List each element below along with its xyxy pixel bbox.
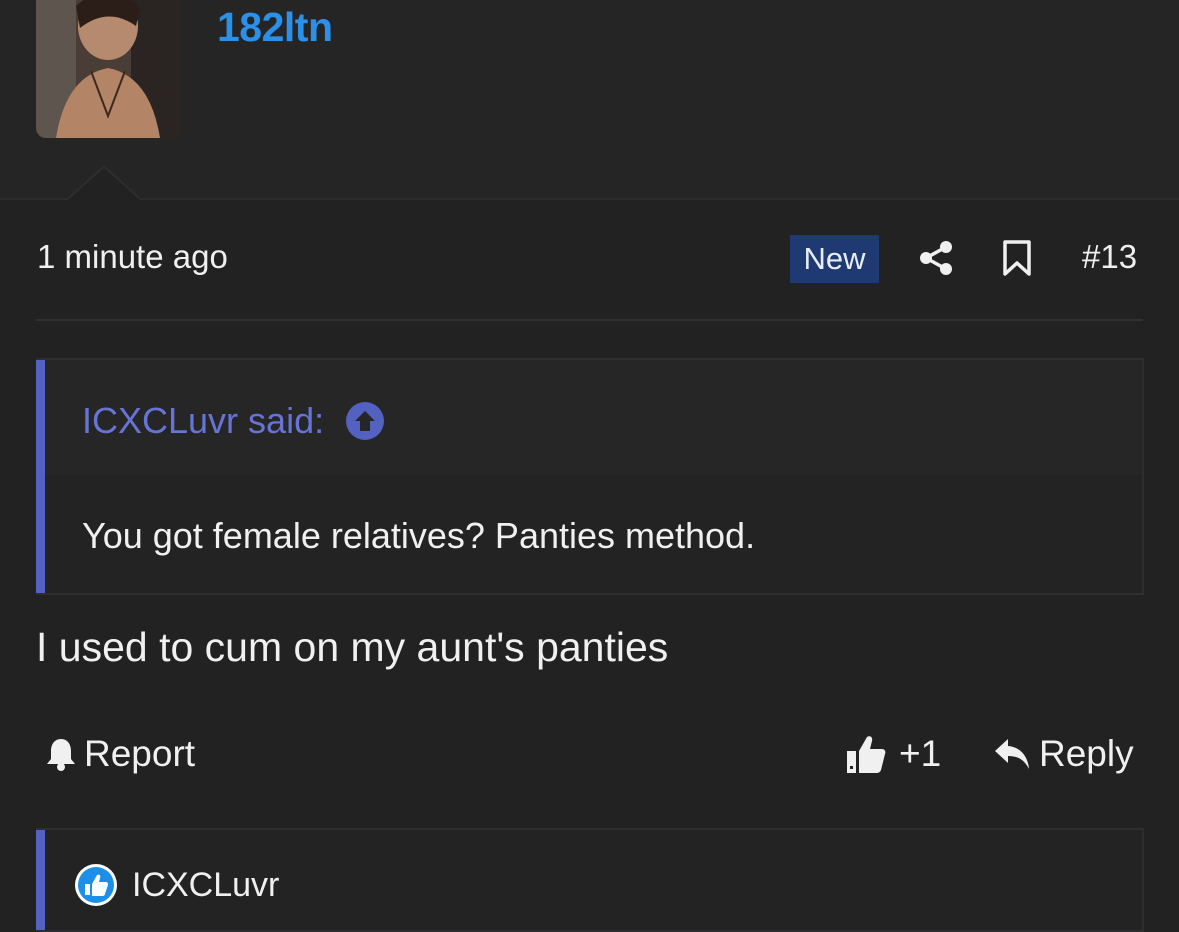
reaction-list[interactable]: ICXCLuvr: [74, 863, 279, 907]
post-timestamp[interactable]: 1 minute ago: [37, 238, 228, 276]
post-number-link[interactable]: #13: [1082, 238, 1137, 276]
bell-icon: [47, 739, 75, 771]
reply-label: Reply: [1039, 733, 1134, 774]
post-author-header: 182ltn: [0, 0, 1179, 200]
quote-block: ICXCLuvr said: You got female relatives?…: [36, 358, 1144, 595]
post-message: I used to cum on my aunt's panties: [36, 624, 669, 670]
quote-attribution[interactable]: ICXCLuvr said:: [82, 400, 385, 442]
header-pointer-fill: [68, 168, 140, 200]
avatar-photo: [36, 0, 180, 138]
reactions-bar: ICXCLuvr: [36, 828, 1144, 932]
reactions-accent-bar: [36, 830, 45, 930]
quote-text: You got female relatives? Panties method…: [82, 515, 756, 556]
author-avatar[interactable]: [36, 0, 180, 138]
like-button[interactable]: +1: [845, 733, 941, 775]
report-button[interactable]: Report: [44, 733, 195, 775]
like-reaction-icon: [75, 864, 117, 906]
reaction-users[interactable]: ICXCLuvr: [132, 866, 279, 905]
author-username[interactable]: 182ltn: [217, 4, 333, 51]
quote-accent-bar: [36, 360, 45, 593]
thumbs-up-icon: [847, 736, 886, 773]
new-badge: New: [790, 235, 879, 283]
reply-icon: [995, 739, 1029, 769]
meta-divider: [36, 319, 1143, 321]
bookmark-icon[interactable]: [1001, 239, 1033, 277]
quote-attribution-label: ICXCLuvr said:: [82, 400, 325, 441]
arrow-up-circle-icon[interactable]: [346, 402, 385, 440]
like-count: +1: [899, 733, 942, 774]
share-icon[interactable]: [918, 240, 954, 276]
report-label: Report: [84, 733, 196, 774]
reply-button[interactable]: Reply: [993, 733, 1134, 775]
